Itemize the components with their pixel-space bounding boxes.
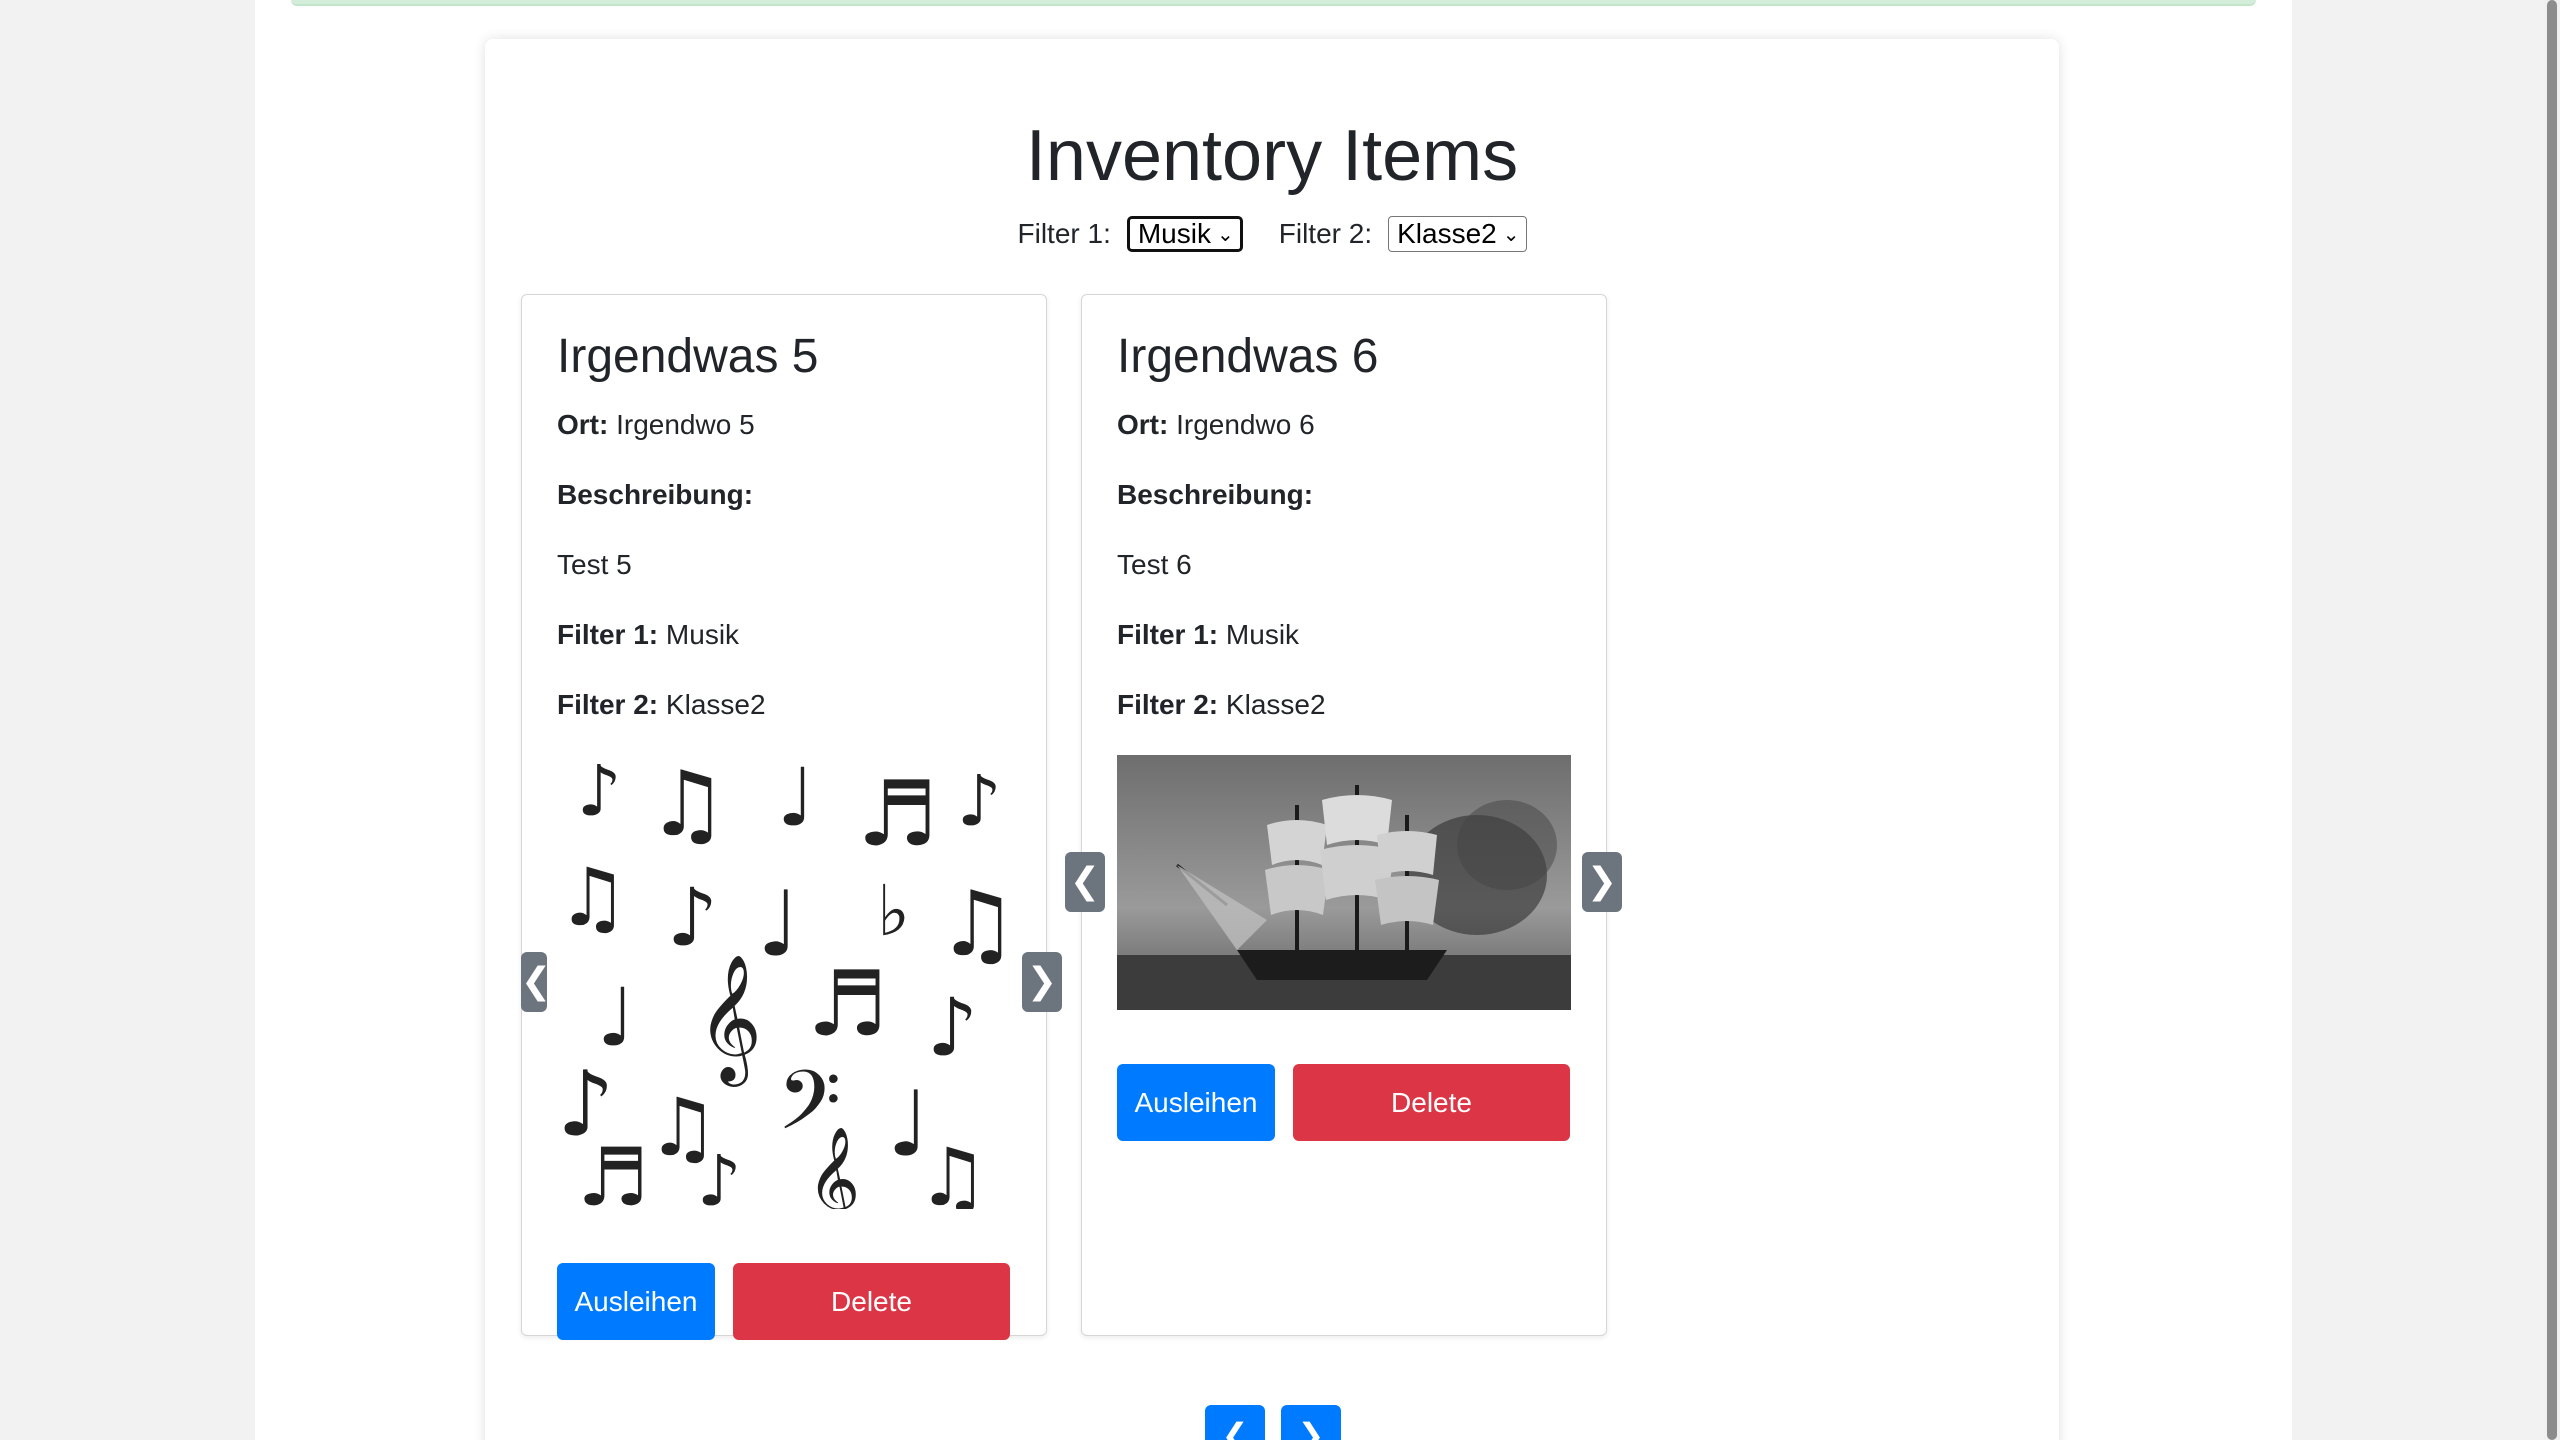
slider-next-button[interactable]: ❯ bbox=[1022, 952, 1062, 1012]
svg-text:♬: ♬ bbox=[577, 1131, 649, 1209]
svg-text:♪: ♪ bbox=[927, 981, 978, 1074]
svg-text:♫: ♫ bbox=[557, 851, 629, 944]
item-filter2: Filter 2: Klasse2 bbox=[1117, 689, 1326, 720]
ship-image bbox=[1117, 755, 1571, 1010]
svg-text:♩: ♩ bbox=[777, 755, 815, 844]
item-filter1: Filter 1: Musik bbox=[1117, 619, 1300, 650]
music-notes-image: ♪ ♫ ♩ ♬ ♪ ♫ ♪ ♩ ♭ ♫ ♩ 𝄞 ♬ ♪ ♪ ♫ 𝄢 ♩ ♬ ♪ … bbox=[557, 755, 1011, 1209]
item-filter1: Filter 1: Musik bbox=[557, 619, 740, 650]
lend-button[interactable]: Ausleihen bbox=[557, 1263, 715, 1340]
item-description-label: Beschreibung: bbox=[1117, 479, 1314, 510]
inventory-container: Inventory Items Filter 1: Musik ⌄ Filter… bbox=[485, 39, 2059, 1440]
delete-button[interactable]: Delete bbox=[733, 1263, 1010, 1340]
filter2-select[interactable]: Klasse2 ⌄ bbox=[1388, 216, 1527, 252]
svg-text:♪: ♪ bbox=[957, 760, 1002, 842]
svg-text:♪: ♪ bbox=[577, 755, 622, 832]
item-description: Test 5 bbox=[557, 549, 632, 580]
item-ort: Ort: Irgendwo 5 bbox=[557, 409, 755, 440]
filter-bar: Filter 1: Musik ⌄ Filter 2: Klasse2 ⌄ bbox=[485, 209, 2059, 259]
item-filter2: Filter 2: Klasse2 bbox=[557, 689, 766, 720]
svg-text:𝄞: 𝄞 bbox=[697, 953, 762, 1087]
lend-button[interactable]: Ausleihen bbox=[1117, 1064, 1275, 1141]
page-prev-button[interactable]: ❮ bbox=[1205, 1405, 1265, 1440]
svg-text:♬: ♬ bbox=[807, 952, 888, 1057]
svg-text:♫: ♫ bbox=[647, 755, 728, 857]
svg-text:♭: ♭ bbox=[877, 870, 910, 952]
svg-text:♫: ♫ bbox=[917, 1131, 989, 1209]
image-slider: ❮ ❯ bbox=[1065, 755, 1622, 1010]
item-ort: Ort: Irgendwo 6 bbox=[1117, 409, 1315, 440]
slider-prev-button[interactable]: ❮ bbox=[1065, 852, 1105, 912]
slider-prev-button[interactable]: ❮ bbox=[521, 952, 551, 1012]
item-description: Test 6 bbox=[1117, 549, 1192, 580]
scrollbar-thumb[interactable] bbox=[2547, 0, 2557, 1440]
filter2-selected-value: Klasse2 bbox=[1397, 218, 1497, 249]
chevron-down-icon: ⌄ bbox=[1216, 223, 1234, 246]
filter1-selected-value: Musik bbox=[1137, 218, 1211, 249]
page-title: Inventory Items bbox=[1025, 116, 1519, 196]
item-card: Irgendwas 5 Ort: Irgendwo 5 Beschreibung… bbox=[521, 294, 1062, 1340]
item-title: Irgendwas 5 bbox=[557, 330, 819, 383]
filter1-select[interactable]: Musik ⌄ bbox=[1126, 216, 1243, 252]
item-description-label: Beschreibung: bbox=[557, 479, 754, 510]
status-alert-bar bbox=[291, 0, 2256, 6]
chevron-down-icon: ⌄ bbox=[1502, 223, 1520, 246]
svg-text:♩: ♩ bbox=[757, 872, 799, 977]
filter2-label: Filter 2: bbox=[1278, 218, 1373, 249]
page-next-button[interactable]: ❯ bbox=[1281, 1405, 1341, 1440]
scrollbar-track[interactable] bbox=[2544, 0, 2560, 1440]
svg-text:♬: ♬ bbox=[857, 762, 938, 867]
delete-button[interactable]: Delete bbox=[1293, 1064, 1570, 1141]
item-title: Irgendwas 6 bbox=[1117, 330, 1379, 383]
svg-text:♪: ♪ bbox=[697, 1140, 742, 1209]
image-slider: ♪ ♫ ♩ ♬ ♪ ♫ ♪ ♩ ♭ ♫ ♩ 𝄞 ♬ ♪ ♪ ♫ 𝄢 ♩ ♬ ♪ … bbox=[521, 755, 1062, 1209]
item-card: Irgendwas 6 Ort: Irgendwo 6 Beschreibung… bbox=[1065, 294, 1622, 1336]
svg-text:♫: ♫ bbox=[937, 872, 1011, 977]
svg-text:𝄞: 𝄞 bbox=[807, 1126, 860, 1209]
svg-text:♩: ♩ bbox=[597, 971, 635, 1064]
slider-next-button[interactable]: ❯ bbox=[1582, 852, 1622, 912]
filter1-label: Filter 1: bbox=[1017, 218, 1111, 249]
svg-text:♪: ♪ bbox=[667, 871, 718, 964]
